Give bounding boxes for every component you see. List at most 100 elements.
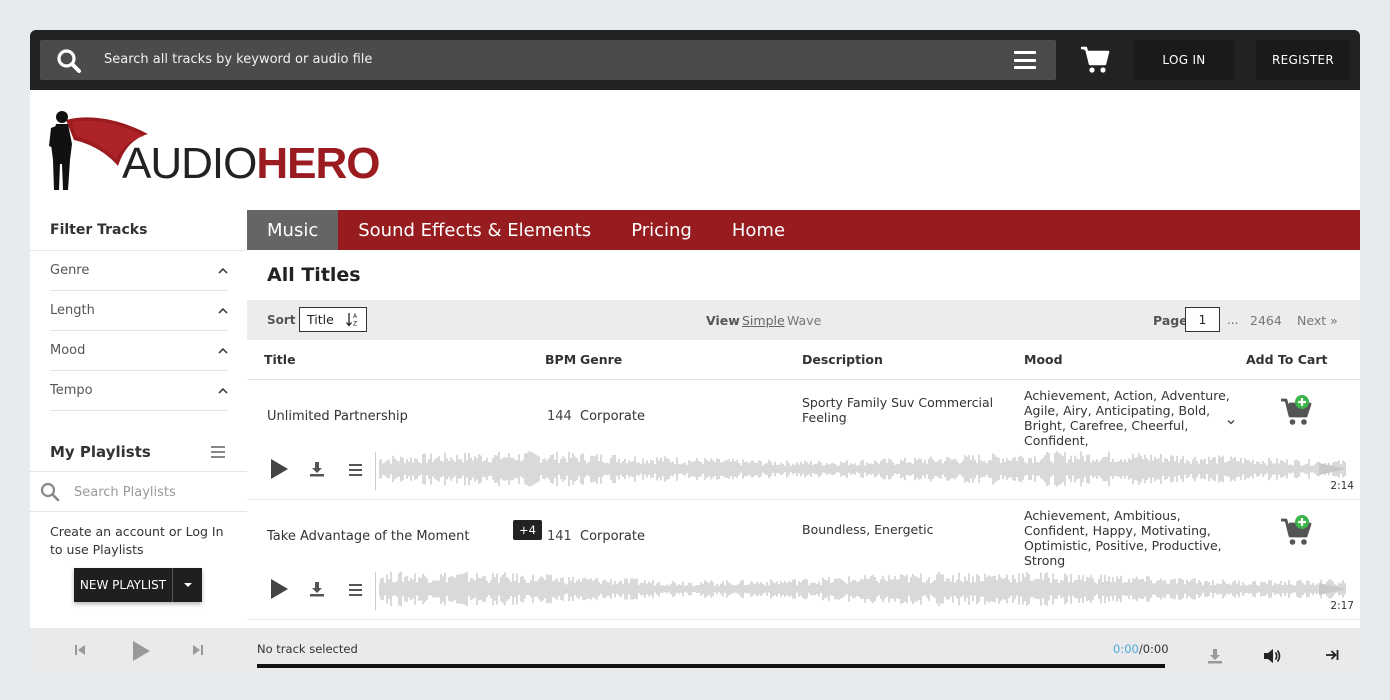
player-time: 0:00/0:00 <box>1113 642 1169 656</box>
main-content: All Titles Sort Title A Z View Simple Wa… <box>247 250 1360 628</box>
col-title[interactable]: Title <box>264 352 296 367</box>
sort-value: Title <box>307 312 334 327</box>
playlist-help-text: Create an account or Log In to use Playl… <box>50 524 224 557</box>
col-add-to-cart: Add To Cart <box>1246 352 1328 367</box>
filter-tempo[interactable]: Tempo <box>50 371 228 411</box>
audio-player: No track selected 0:00/0:00 <box>30 628 1360 670</box>
new-playlist-button[interactable]: NEW PLAYLIST <box>74 568 172 602</box>
track-genre[interactable]: Corporate <box>580 529 645 544</box>
page-ellipsis: ... <box>1227 313 1239 327</box>
filter-label: Length <box>50 303 95 318</box>
filter-label: Genre <box>50 263 90 278</box>
track-description: Boundless, Energetic <box>802 522 934 537</box>
track-bpm: 144 <box>547 409 572 424</box>
search-options-menu-icon[interactable] <box>1014 51 1036 69</box>
progress-bar[interactable] <box>257 664 1165 668</box>
sort-select[interactable]: Title A Z <box>299 307 367 332</box>
page-input[interactable]: 1 <box>1185 307 1220 332</box>
play-icon[interactable] <box>269 458 289 480</box>
track-row: Unlimited Partnership 144 Corporate Spor… <box>247 380 1360 500</box>
track-mood: Achievement, Ambitious, Confident, Happy… <box>1024 508 1222 568</box>
page-label: Page <box>1153 313 1188 328</box>
divider <box>30 511 247 512</box>
svg-text:Z: Z <box>353 321 357 328</box>
search-placeholder: Search all tracks by keyword or audio fi… <box>104 52 373 67</box>
login-button[interactable]: LOG IN <box>1134 40 1234 80</box>
waveform[interactable] <box>379 448 1359 490</box>
download-icon[interactable] <box>1207 648 1223 664</box>
view-label: View <box>706 313 740 328</box>
track-bpm: 141 <box>547 529 572 544</box>
search-input[interactable]: Search all tracks by keyword or audio fi… <box>40 40 1056 80</box>
main-nav: Music Sound Effects & Elements Pricing H… <box>247 210 1360 250</box>
col-genre[interactable]: Genre <box>580 352 622 367</box>
new-playlist-button-group: NEW PLAYLIST <box>74 568 202 602</box>
chevron-up-icon[interactable] <box>218 266 228 276</box>
next-page-link[interactable]: Next » <box>1297 313 1338 328</box>
current-time: 0:00 <box>1113 642 1139 656</box>
filter-label: Tempo <box>50 383 93 398</box>
chevron-down-icon[interactable] <box>1225 416 1237 428</box>
waveform[interactable] <box>379 568 1359 610</box>
play-icon[interactable] <box>269 578 289 600</box>
table-header: Title BPM Genre Description Mood Add To … <box>247 340 1360 380</box>
sort-bar: Sort Title A Z View Simple Wave Page 1 .… <box>247 300 1360 340</box>
volume-icon[interactable] <box>1263 648 1281 664</box>
page-last-link[interactable]: 2464 <box>1250 313 1282 328</box>
svg-text:A: A <box>353 313 358 320</box>
now-playing-text: No track selected <box>257 642 358 656</box>
col-mood: Mood <box>1024 352 1063 367</box>
sort-az-icon: A Z <box>346 313 358 328</box>
track-menu-icon[interactable] <box>349 464 362 479</box>
register-button[interactable]: REGISTER <box>1256 40 1350 80</box>
previous-track-icon[interactable] <box>74 644 86 656</box>
add-to-cart-icon[interactable] <box>1279 514 1315 546</box>
download-icon[interactable] <box>309 461 325 477</box>
playlists-menu-icon[interactable] <box>211 446 225 458</box>
app-window: Search all tracks by keyword or audio fi… <box>30 30 1360 670</box>
chevron-up-icon[interactable] <box>218 346 228 356</box>
left-sidebar: Filter Tracks Genre Length Mood Tempo My… <box>30 210 247 628</box>
track-genre[interactable]: Corporate <box>580 409 645 424</box>
nav-home[interactable]: Home <box>712 210 805 250</box>
divider <box>375 452 376 490</box>
cart-icon[interactable] <box>1080 46 1110 74</box>
sort-label: Sort <box>267 313 296 327</box>
chevron-up-icon[interactable] <box>218 386 228 396</box>
caret-down-icon <box>183 583 192 587</box>
filter-mood[interactable]: Mood <box>50 331 228 371</box>
col-description: Description <box>802 352 883 367</box>
track-mood: Achievement, Action, Adventure, Agile, A… <box>1024 388 1230 448</box>
filter-tracks-title: Filter Tracks <box>50 222 148 238</box>
nav-pricing[interactable]: Pricing <box>611 210 712 250</box>
track-duration: 2:17 <box>1330 600 1354 612</box>
divider <box>375 572 376 610</box>
search-icon <box>40 482 60 502</box>
track-menu-icon[interactable] <box>349 584 362 599</box>
next-track-icon[interactable] <box>192 644 204 656</box>
track-title[interactable]: Unlimited Partnership <box>267 409 408 424</box>
filter-genre[interactable]: Genre <box>50 251 228 291</box>
page-title: All Titles <box>267 264 361 286</box>
new-playlist-dropdown[interactable] <box>172 568 202 602</box>
view-simple-link[interactable]: Simple <box>742 313 785 328</box>
filter-label: Mood <box>50 343 86 358</box>
nav-music[interactable]: Music <box>247 210 339 250</box>
top-bar: Search all tracks by keyword or audio fi… <box>30 30 1360 90</box>
my-playlists-title: My Playlists <box>50 443 151 461</box>
search-icon[interactable] <box>56 48 82 74</box>
track-versions-badge[interactable]: +4 <box>513 520 542 540</box>
logo-wordmark[interactable]: AUDIOHERO <box>122 142 380 186</box>
logo-area: AUDIOHERO <box>30 90 1360 210</box>
chevron-up-icon[interactable] <box>218 306 228 316</box>
expand-player-icon[interactable] <box>1325 648 1339 662</box>
nav-sound-effects[interactable]: Sound Effects & Elements <box>338 210 611 250</box>
playlist-search-input[interactable]: Search Playlists <box>74 485 176 500</box>
add-to-cart-icon[interactable] <box>1279 394 1315 426</box>
track-title[interactable]: Take Advantage of the Moment <box>267 529 470 544</box>
col-bpm[interactable]: BPM <box>545 352 576 367</box>
download-icon[interactable] <box>309 581 325 597</box>
play-icon[interactable] <box>131 640 151 662</box>
view-wave-link[interactable]: Wave <box>787 313 821 328</box>
filter-length[interactable]: Length <box>50 291 228 331</box>
